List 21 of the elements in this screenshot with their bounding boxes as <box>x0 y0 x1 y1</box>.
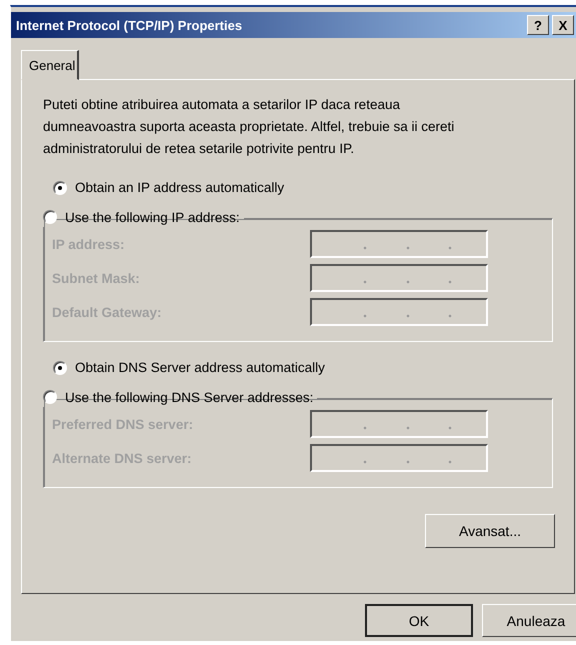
advanced-button[interactable]: Avansat... <box>425 514 555 548</box>
radio-option[interactable]: Obtain DNS Server address automatically <box>43 360 325 375</box>
radio-button[interactable] <box>53 360 67 374</box>
ip-address-field[interactable] <box>310 264 488 292</box>
ok-button[interactable]: OK <box>365 604 473 637</box>
radio-button[interactable] <box>53 180 67 194</box>
description-text: Puteti obtine atribuirea automata a setarilor IP daca reteaua dumneavoastra suporta aceasta proprietate. Altfel, trebuie sa ii cereti administratorului de retea setarile potrivite pentru IP. <box>43 96 456 158</box>
ip-address-field[interactable] <box>310 298 488 326</box>
cancel-button[interactable]: Anuleaza <box>482 604 576 637</box>
radio-button[interactable] <box>43 390 57 404</box>
help-button[interactable]: ? <box>527 15 549 35</box>
ip-address-field[interactable] <box>310 230 488 258</box>
ip-address-field[interactable] <box>310 410 488 438</box>
close-button[interactable]: X <box>552 15 574 35</box>
ip-address-field[interactable] <box>310 444 488 472</box>
tab[interactable]: General <box>21 50 80 80</box>
radio-button[interactable] <box>43 210 57 224</box>
radio-option[interactable]: Use the following DNS Server addresses: <box>43 390 314 404</box>
window-title: Internet Protocol (TCP/IP) Properties <box>16 18 242 32</box>
radio-option[interactable]: Obtain an IP address automatically <box>43 180 284 195</box>
radio-option[interactable]: Use the following IP address: <box>43 210 240 224</box>
